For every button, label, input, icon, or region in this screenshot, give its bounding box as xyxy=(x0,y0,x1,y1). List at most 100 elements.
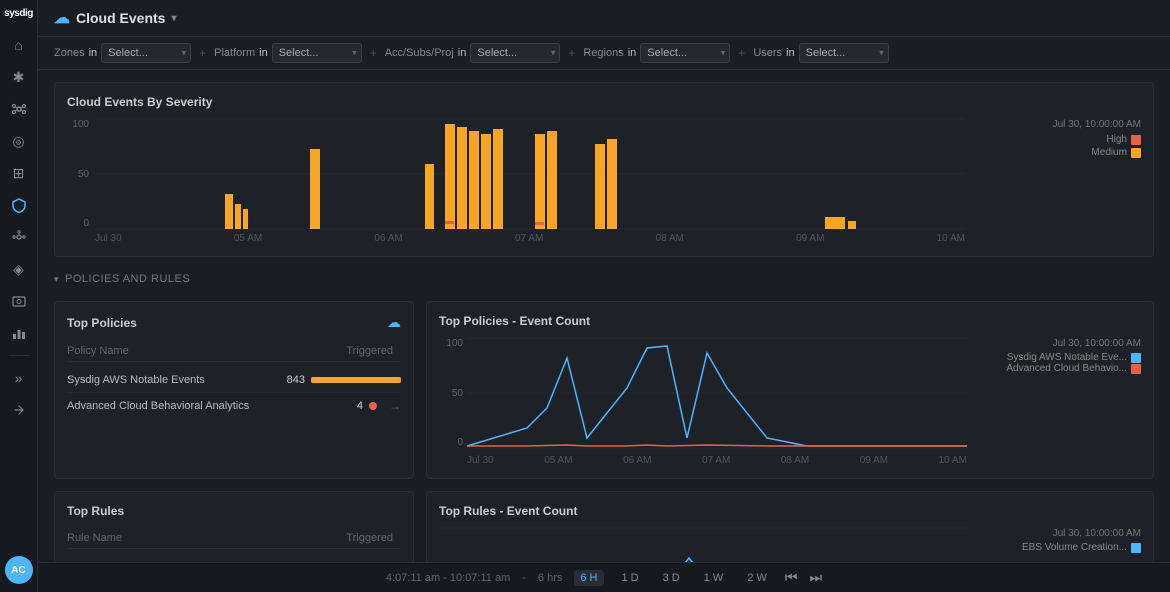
filter-acc-select-wrap: Select... xyxy=(470,43,560,63)
time-btn-1d[interactable]: 1 D xyxy=(616,570,645,586)
time-btn-2w[interactable]: 2 W xyxy=(741,570,773,586)
pc-legend-2-dot xyxy=(1131,364,1141,374)
filter-platform-label: Platform xyxy=(214,47,255,59)
pc-x-5am: 05 AM xyxy=(544,455,572,466)
nav-prev-icon[interactable]: ⏮ xyxy=(785,569,798,586)
col-rule-header: Rule Name xyxy=(67,532,281,544)
policies-chart-legend: Jul 30, 10:00:00 AM Sysdig AWS Notable E… xyxy=(1006,338,1141,374)
time-btn-6h[interactable]: 6 H xyxy=(574,570,603,586)
page-title: Cloud Events xyxy=(76,10,165,26)
policy-name-1: Sysdig AWS Notable Events xyxy=(67,374,281,386)
rc-legend-1-dot xyxy=(1131,543,1141,553)
filter-regions: Regions in Select... xyxy=(583,43,730,63)
time-btn-1w[interactable]: 1 W xyxy=(698,570,730,586)
sidebar: sysdig ⌂ ✱ ◎ ⊞ ◈ » AC xyxy=(0,0,38,592)
sidebar-shield-icon[interactable] xyxy=(5,191,33,219)
legend-high-label: High xyxy=(1106,134,1127,145)
filter-acc-select[interactable]: Select... xyxy=(470,43,560,63)
pc-x-axis: Jul 30 05 AM 06 AM 07 AM 08 AM 09 AM 10 … xyxy=(467,455,967,466)
pc-x-9am: 09 AM xyxy=(860,455,888,466)
top-rules-header: Top Rules xyxy=(67,504,401,518)
nav-next-icon[interactable]: ⏭ xyxy=(809,569,822,586)
triggered-val-1: 843 xyxy=(281,374,401,386)
filter-users-keyword: in xyxy=(786,47,795,59)
filter-platform-select-wrap: Select... xyxy=(272,43,362,63)
content-area: Cloud Events By Severity 100 50 0 Jul 30… xyxy=(38,70,1170,562)
severity-chart-section: Cloud Events By Severity 100 50 0 Jul 30… xyxy=(54,82,1154,257)
top-rules-title: Top Rules xyxy=(67,504,124,518)
rc-legend-1-label: EBS Volume Creation... xyxy=(1022,542,1127,553)
x-label-6am: 06 AM xyxy=(374,233,402,244)
top-rules-chart-header: Top Rules - Event Count xyxy=(439,504,1141,518)
sidebar-network-icon[interactable] xyxy=(5,223,33,251)
pc-x-10am: 10 AM xyxy=(939,455,967,466)
filter-regions-keyword: in xyxy=(628,47,637,59)
pc-legend-date: Jul 30, 10:00:00 AM xyxy=(1006,338,1141,349)
sidebar-expand-icon[interactable]: » xyxy=(5,364,33,392)
sidebar-asterisk-icon[interactable]: ✱ xyxy=(5,63,33,91)
sidebar-grid-icon[interactable]: ⊞ xyxy=(5,159,33,187)
sidebar-chat-icon[interactable]: ◈ xyxy=(5,255,33,283)
sidebar-bar-chart-icon[interactable] xyxy=(5,319,33,347)
col-rules-triggered-header: Triggered xyxy=(281,532,401,544)
rules-chart-legend: Jul 30, 10:00:00 AM EBS Volume Creation.… xyxy=(1022,528,1141,553)
pc-legend-2: Advanced Cloud Behavio... xyxy=(1006,363,1141,374)
filter-plus-4: + xyxy=(736,46,747,60)
triggered-num-1: 843 xyxy=(281,374,305,386)
triggered-bar-1 xyxy=(311,377,401,383)
filter-platform-select[interactable]: Select... xyxy=(272,43,362,63)
header-chevron-icon[interactable]: ▾ xyxy=(171,13,176,24)
avatar[interactable]: AC xyxy=(5,556,33,584)
filter-plus-2: + xyxy=(368,46,379,60)
filter-acc-label: Acc/Subs/Proj xyxy=(385,47,454,59)
legend-medium-dot xyxy=(1131,148,1141,158)
table-row[interactable]: Advanced Cloud Behavioral Analytics 4 → xyxy=(67,393,401,419)
sidebar-capture-icon[interactable] xyxy=(5,287,33,315)
rc-legend-date: Jul 30, 10:00:00 AM xyxy=(1022,528,1141,539)
top-policies-header: Top Policies ☁ xyxy=(67,314,401,331)
duration-label: 6 hrs xyxy=(538,572,562,584)
filter-zones-keyword: in xyxy=(89,47,98,59)
top-policies-table-header: Policy Name Triggered xyxy=(67,341,401,362)
x-axis-labels: Jul 30 05 AM 06 AM 07 AM 08 AM 09 AM 10 … xyxy=(95,233,965,244)
page-title-group: ☁ Cloud Events ▾ xyxy=(54,8,177,28)
top-policies-chart-header: Top Policies - Event Count xyxy=(439,314,1141,328)
sidebar-nodes-icon[interactable] xyxy=(5,95,33,123)
legend-high: High xyxy=(1053,134,1141,145)
policies-chevron-icon: ▾ xyxy=(54,274,59,285)
rules-chart-svg-wrap: Jul 30, 10:00:00 AM EBS Volume Creation.… xyxy=(439,528,1141,562)
col-triggered-header: Triggered xyxy=(281,345,401,357)
severity-legend-date: Jul 30, 10:00:00 AM xyxy=(1053,119,1141,130)
filter-regions-select[interactable]: Select... xyxy=(640,43,730,63)
time-btn-3d[interactable]: 3 D xyxy=(657,570,686,586)
legend-high-dot xyxy=(1131,135,1141,145)
sidebar-divider xyxy=(9,355,29,356)
table-row: Sysdig AWS Notable Events 843 xyxy=(67,368,401,393)
policies-section-header[interactable]: ▾ POLICIES AND RULES xyxy=(54,269,1154,289)
policy-name-2: Advanced Cloud Behavioral Analytics xyxy=(67,400,281,412)
sidebar-share-icon[interactable] xyxy=(5,396,33,424)
y-label-50: 50 xyxy=(78,169,89,180)
filter-zones: Zones in Select... xyxy=(54,43,191,63)
pc-x-8am: 08 AM xyxy=(781,455,809,466)
pc-x-jul30: Jul 30 xyxy=(467,455,494,466)
time-range-label: 4:07:11 am - 10:07:11 am xyxy=(386,572,510,584)
rules-panels-row: Top Rules Rule Name Triggered Top Rules … xyxy=(54,491,1154,562)
filter-zones-select[interactable]: Select... xyxy=(101,43,191,63)
x-label-5am: 05 AM xyxy=(234,233,262,244)
top-rules-chart-title: Top Rules - Event Count xyxy=(439,504,577,518)
filter-users-select[interactable]: Select... xyxy=(799,43,889,63)
filter-zones-label: Zones xyxy=(54,47,85,59)
sidebar-home-icon[interactable]: ⌂ xyxy=(5,31,33,59)
page-header: ☁ Cloud Events ▾ xyxy=(38,0,1170,37)
rc-legend-1: EBS Volume Creation... xyxy=(1022,542,1141,553)
filter-users-select-wrap: Select... xyxy=(799,43,889,63)
sidebar-layers-icon[interactable]: ◎ xyxy=(5,127,33,155)
top-policies-chart-title: Top Policies - Event Count xyxy=(439,314,590,328)
time-dash: - xyxy=(522,572,526,584)
top-policies-cloud-icon: ☁ xyxy=(387,314,401,331)
filter-acc-keyword: in xyxy=(458,47,467,59)
policies-section-label: POLICIES AND RULES xyxy=(65,273,190,285)
pc-x-7am: 07 AM xyxy=(702,455,730,466)
policies-line-chart-svg xyxy=(467,338,967,448)
